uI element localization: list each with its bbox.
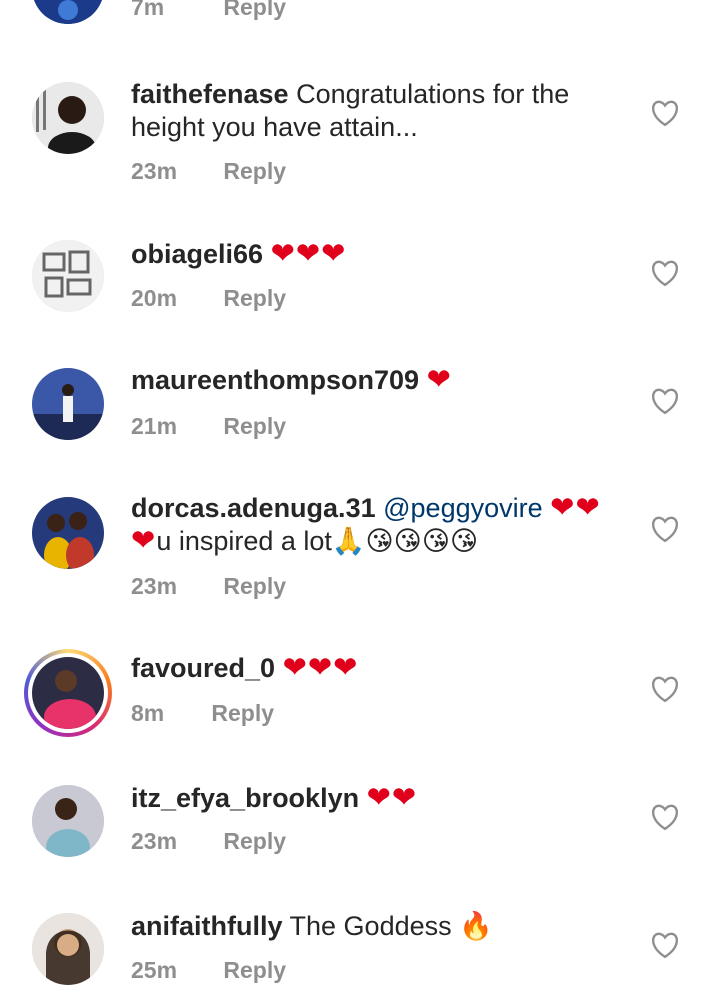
- comment-username[interactable]: favoured_0: [131, 653, 275, 683]
- comment-time: 20m: [131, 285, 178, 311]
- heart-outline-icon[interactable]: [650, 931, 680, 959]
- heart-emoji: ❤❤: [366, 782, 418, 814]
- comment-time: 23m: [131, 158, 178, 184]
- comment-time: 7m: [131, 0, 165, 20]
- comment-meta: 7m Reply: [131, 0, 286, 21]
- comment-meta: 25m Reply: [131, 957, 286, 984]
- comment-username[interactable]: itz_efya_brooklyn: [131, 783, 359, 813]
- reply-button[interactable]: Reply: [223, 957, 286, 983]
- comment-username[interactable]: anifaithfully: [131, 911, 283, 941]
- comment-meta: 23m Reply: [131, 573, 286, 600]
- comment-time: 23m: [131, 828, 178, 854]
- comment-mention[interactable]: @peggyovire: [383, 493, 543, 523]
- comment-body: faithefenase Congratulations for the hei…: [131, 78, 611, 144]
- comment-meta: 23m Reply: [131, 158, 286, 185]
- comment-time: 21m: [131, 413, 178, 439]
- comment-meta: 23m Reply: [131, 828, 286, 855]
- heart-emoji: ❤: [131, 525, 157, 557]
- avatar[interactable]: [32, 368, 104, 440]
- heart-emoji: ❤: [426, 364, 452, 396]
- avatar[interactable]: [32, 785, 104, 857]
- heart-outline-icon[interactable]: [650, 99, 680, 127]
- avatar[interactable]: [32, 0, 104, 24]
- comment-time: 23m: [131, 573, 178, 599]
- comment-body: maureenthompson709 ❤: [131, 364, 611, 397]
- comment-body: favoured_0 ❤❤❤: [131, 652, 611, 685]
- comment-meta: 8m Reply: [131, 700, 274, 727]
- avatar-image: [32, 657, 104, 729]
- avatar[interactable]: [32, 913, 104, 985]
- heart-outline-icon[interactable]: [650, 803, 680, 831]
- story-ring: [28, 653, 108, 733]
- comment-text: u inspired a lot: [156, 526, 332, 556]
- comment-body: anifaithfully The Goddess 🔥: [131, 910, 611, 943]
- avatar[interactable]: [32, 240, 104, 312]
- reply-button[interactable]: Reply: [211, 700, 274, 726]
- comment-body: obiageli66 ❤❤❤: [131, 238, 611, 271]
- heart-outline-icon[interactable]: [650, 259, 680, 287]
- comment-body: dorcas.adenuga.31 @peggyovire ❤❤ ❤u insp…: [131, 492, 611, 558]
- reply-button[interactable]: Reply: [223, 158, 286, 184]
- comment-username[interactable]: faithefenase: [131, 79, 289, 109]
- comment-meta: 21m Reply: [131, 413, 286, 440]
- heart-outline-icon[interactable]: [650, 387, 680, 415]
- heart-emoji: ❤❤❤: [282, 652, 359, 684]
- reply-button[interactable]: Reply: [223, 573, 286, 599]
- reply-button[interactable]: Reply: [223, 828, 286, 854]
- comment-body: itz_efya_brooklyn ❤❤: [131, 782, 611, 815]
- comment-time: 25m: [131, 957, 178, 983]
- comment-time: 8m: [131, 700, 165, 726]
- comment-text: The Goddess: [289, 911, 452, 941]
- reply-button[interactable]: Reply: [223, 0, 286, 20]
- comment-emoji: 🙏😘😘😘😘: [331, 526, 479, 556]
- avatar[interactable]: [32, 497, 104, 569]
- fire-emoji: 🔥: [459, 911, 493, 941]
- reply-button[interactable]: Reply: [223, 285, 286, 311]
- comment-meta: 20m Reply: [131, 285, 286, 312]
- heart-outline-icon[interactable]: [650, 675, 680, 703]
- comment-username[interactable]: maureenthompson709: [131, 365, 419, 395]
- avatar[interactable]: [32, 82, 104, 154]
- heart-outline-icon[interactable]: [650, 515, 680, 543]
- reply-button[interactable]: Reply: [223, 413, 286, 439]
- heart-emoji: ❤❤❤: [270, 238, 347, 270]
- comment-username[interactable]: dorcas.adenuga.31: [131, 493, 376, 523]
- comment-username[interactable]: obiageli66: [131, 239, 263, 269]
- heart-emoji: ❤❤: [550, 492, 601, 524]
- avatar[interactable]: [24, 649, 112, 737]
